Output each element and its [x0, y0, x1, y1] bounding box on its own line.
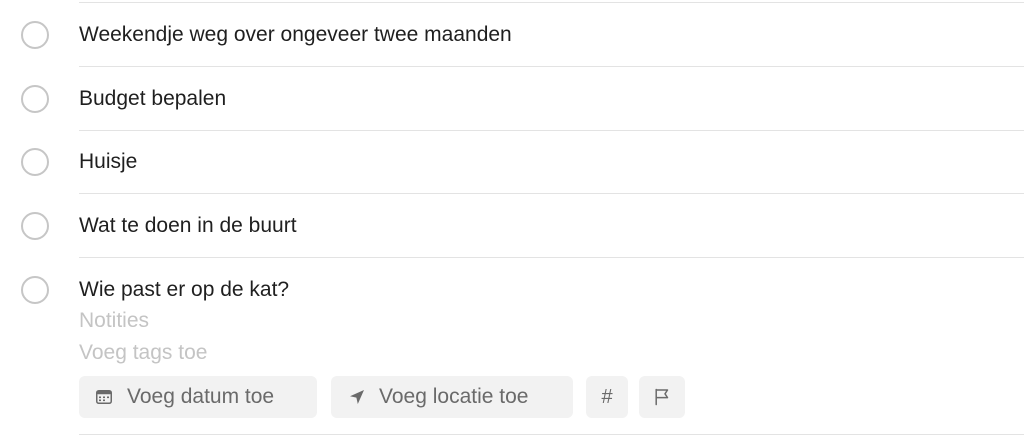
add-location-button[interactable]: Voeg locatie toe [331, 376, 573, 418]
task-title[interactable]: Budget bepalen [79, 86, 226, 112]
task-title[interactable]: Wat te doen in de buurt [79, 213, 297, 239]
task-checkbox[interactable] [21, 212, 49, 240]
task-title[interactable]: Wie past er op de kat? [79, 277, 289, 303]
task-divider [79, 434, 1024, 435]
top-divider [79, 2, 1024, 3]
location-arrow-icon [349, 389, 365, 405]
add-location-label: Voeg locatie toe [379, 385, 529, 408]
task-divider [79, 130, 1024, 131]
flag-icon [654, 388, 670, 406]
calendar-icon [95, 388, 113, 406]
task-checkbox[interactable] [21, 276, 49, 304]
task-checkbox[interactable] [21, 21, 49, 49]
add-date-label: Voeg datum toe [127, 385, 275, 408]
notes-field[interactable]: Notities [79, 308, 149, 334]
task-checkbox[interactable] [21, 148, 49, 176]
hash-icon: # [601, 385, 613, 408]
add-tag-button[interactable]: # [586, 376, 628, 418]
task-checkbox[interactable] [21, 85, 49, 113]
add-flag-button[interactable] [639, 376, 685, 418]
task-divider [79, 193, 1024, 194]
task-divider [79, 257, 1024, 258]
add-date-button[interactable]: Voeg datum toe [79, 376, 317, 418]
task-divider [79, 66, 1024, 67]
task-title[interactable]: Weekendje weg over ongeveer twee maanden [79, 22, 512, 48]
tags-field[interactable]: Voeg tags toe [79, 340, 207, 366]
task-title[interactable]: Huisje [79, 149, 137, 175]
